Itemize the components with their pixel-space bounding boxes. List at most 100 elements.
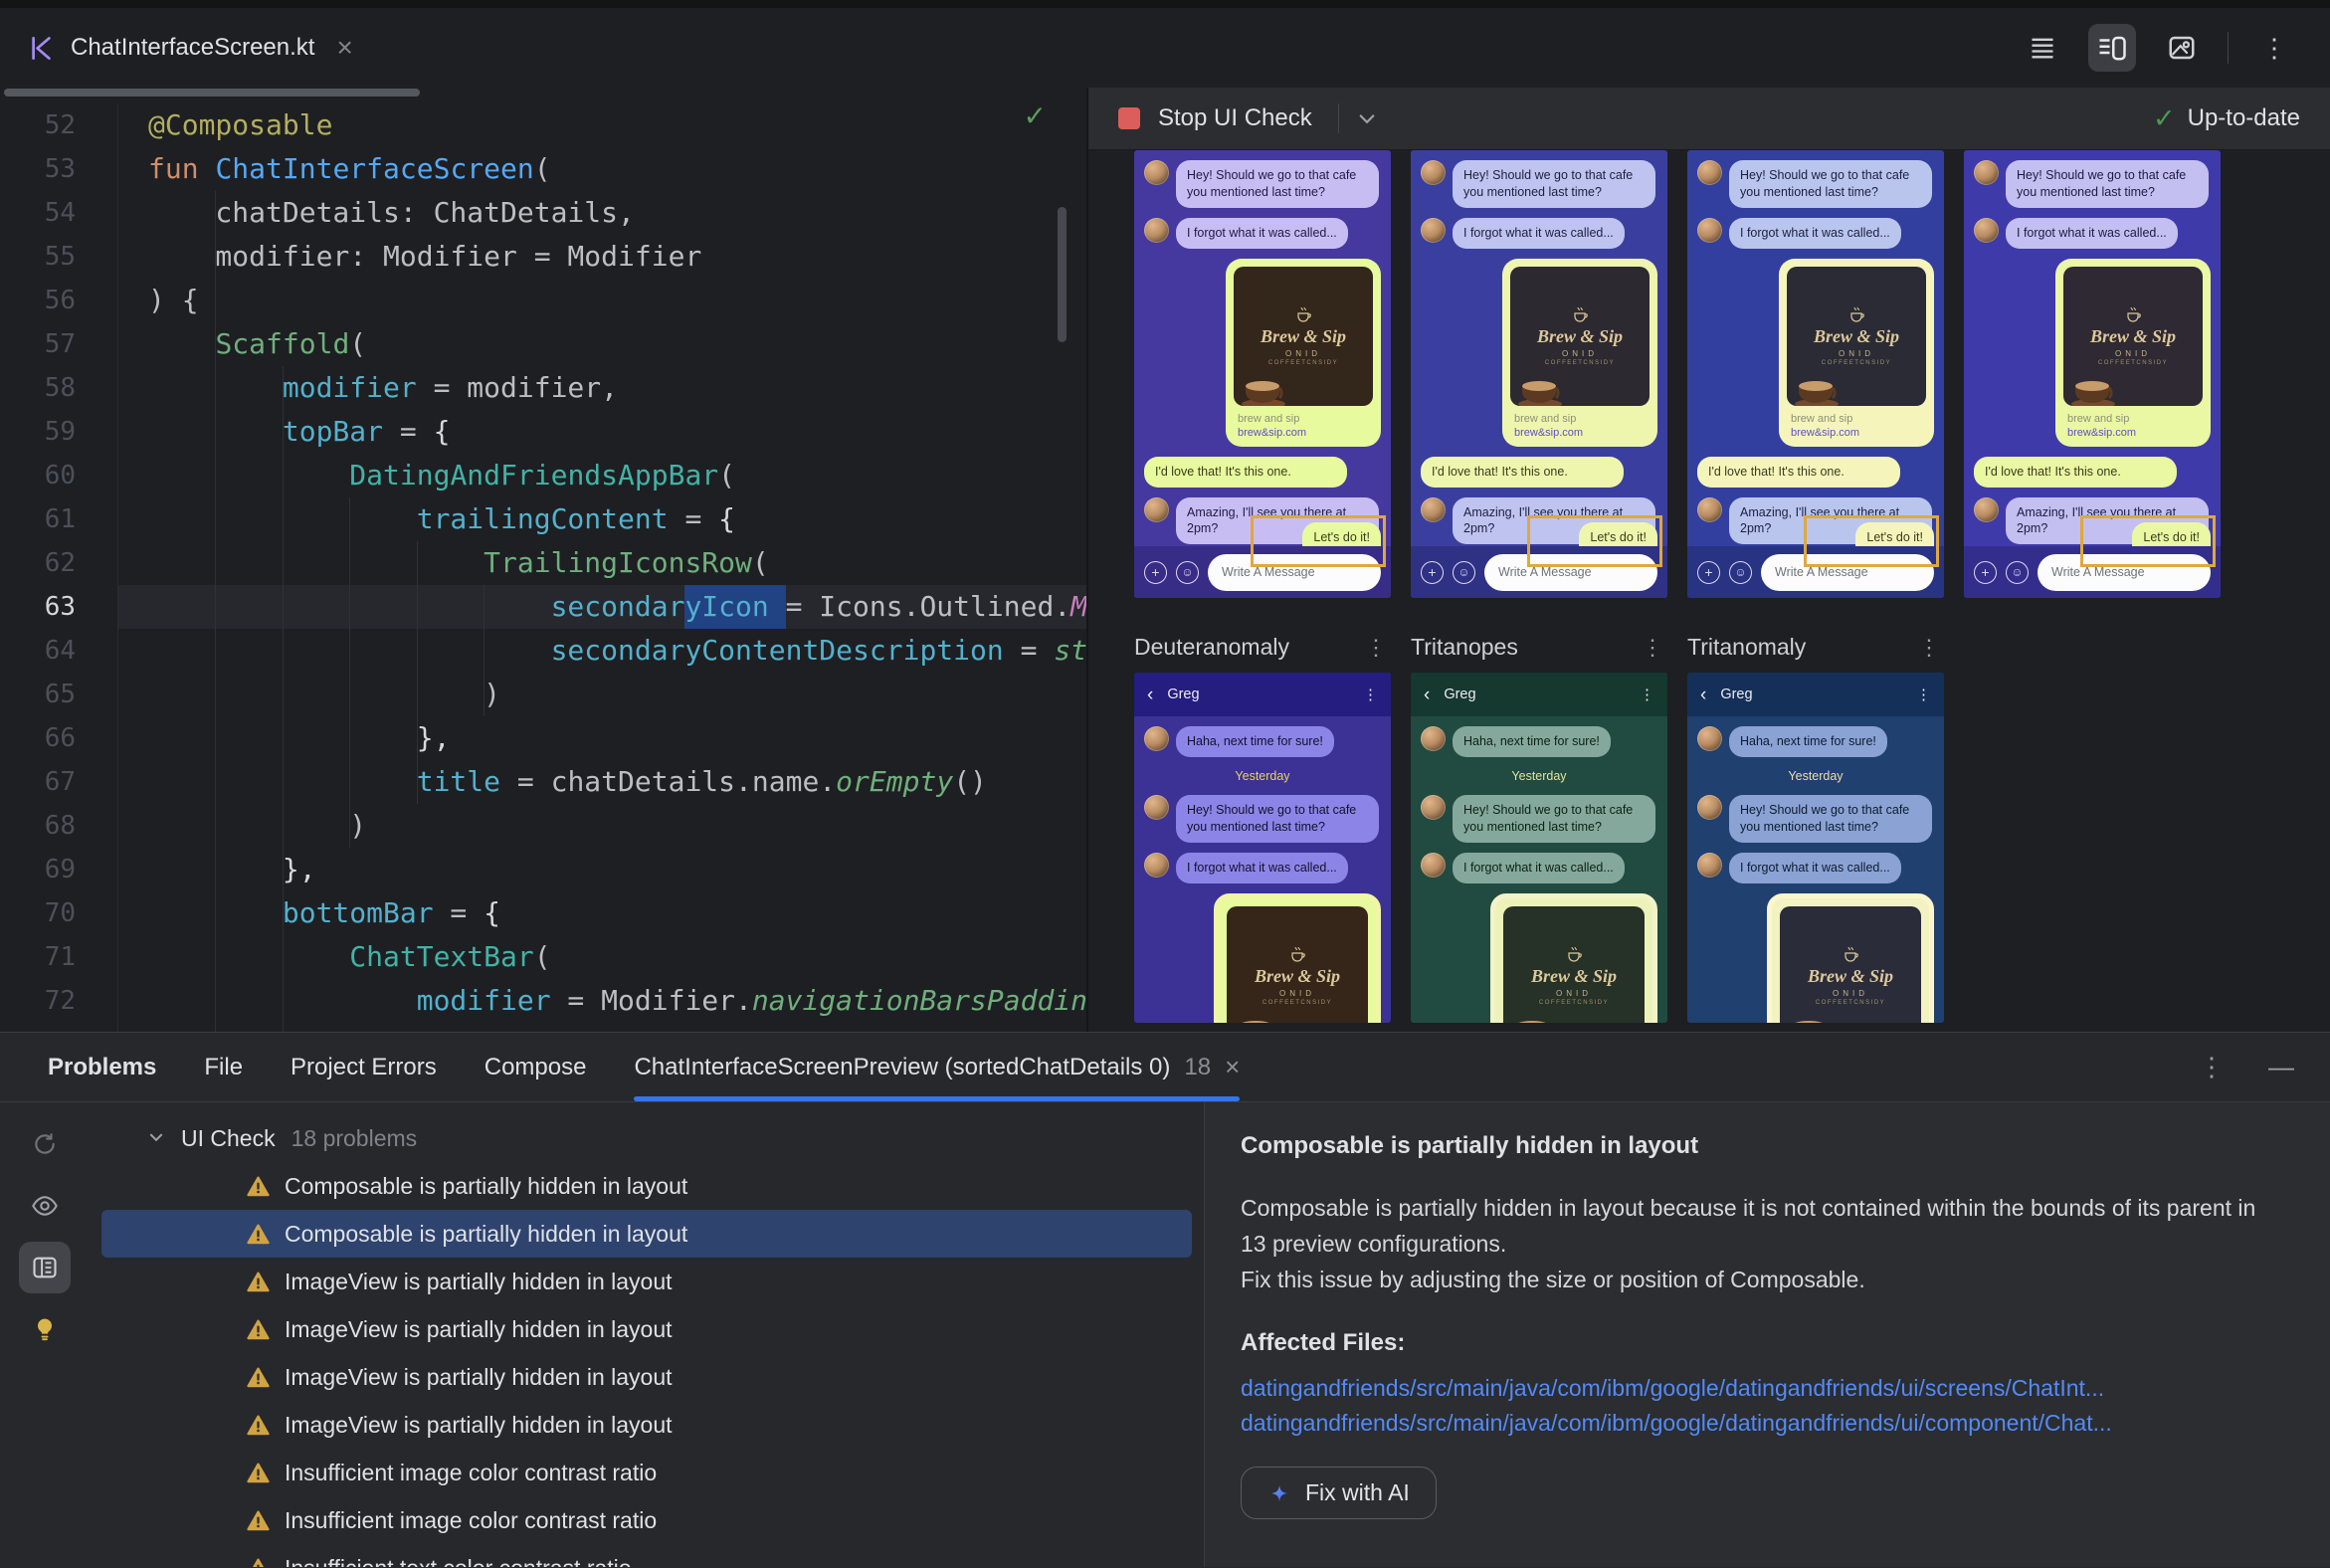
code-line[interactable]: 62 TrailingIconsRow( bbox=[0, 541, 1086, 585]
config-kebab-icon[interactable]: ⋮ bbox=[1918, 635, 1940, 661]
preview-phone[interactable]: Hey! Should we go to that cafe you menti… bbox=[1964, 150, 2221, 598]
horizontal-scrollbar-thumb[interactable] bbox=[4, 89, 420, 97]
code-line[interactable]: 54 chatDetails: ChatDetails, bbox=[0, 191, 1086, 235]
code-line[interactable]: 53 fun ChatInterfaceScreen( bbox=[0, 147, 1086, 191]
shared-link-card[interactable]: Brew & SipONIDCOFFEETCNSIDYbrew and sipb… bbox=[1214, 892, 1381, 1023]
show-details-panel-icon[interactable] bbox=[19, 1242, 71, 1293]
emoji-icon[interactable]: ☺ bbox=[1729, 560, 1752, 584]
affected-file-link[interactable]: datingandfriends/src/main/java/com/ibm/g… bbox=[1241, 1375, 2286, 1402]
chat-app-bar: ‹ Greg ⋮ bbox=[1134, 673, 1391, 716]
more-options-kebab-icon[interactable]: ⋮ bbox=[2250, 24, 2298, 72]
code-line[interactable]: 65 ) bbox=[0, 673, 1086, 716]
split-view-button[interactable] bbox=[2088, 24, 2136, 72]
code-line[interactable]: 70 bottomBar = { bbox=[0, 891, 1086, 935]
code-line[interactable]: 66 }, bbox=[0, 716, 1086, 760]
preview-phone[interactable]: ‹ Greg ⋮ Haha, next time for sure! Yesterday… bbox=[1687, 673, 1944, 1023]
tab-compose[interactable]: Compose bbox=[485, 1033, 587, 1101]
preview-eye-icon[interactable] bbox=[19, 1180, 71, 1232]
code-view-button[interactable] bbox=[2019, 24, 2066, 72]
code-line[interactable]: 59 topBar = { bbox=[0, 410, 1086, 454]
app-bar-kebab-icon[interactable]: ⋮ bbox=[1640, 686, 1654, 703]
problems-list[interactable]: UI Check 18 problems Composable is partial… bbox=[90, 1102, 1204, 1567]
tab-close-icon[interactable]: × bbox=[1225, 1052, 1240, 1082]
problem-list-item[interactable]: Insufficient image color contrast ratio bbox=[101, 1449, 1192, 1496]
shared-link-card[interactable]: Brew & SipONIDCOFFEETCNSIDYbrew and sipb… bbox=[1502, 258, 1657, 447]
code-line[interactable]: 64 secondaryContentDescription = strin bbox=[0, 629, 1086, 673]
preview-phone[interactable]: ‹ Greg ⋮ Haha, next time for sure! Yesterday… bbox=[1134, 673, 1391, 1023]
config-kebab-icon[interactable]: ⋮ bbox=[1365, 635, 1387, 661]
affected-file-link[interactable]: datingandfriends/src/main/java/com/ibm/g… bbox=[1241, 1410, 2286, 1437]
problem-list-item[interactable]: ImageView is partially hidden in layout bbox=[101, 1353, 1192, 1401]
tab-file[interactable]: File bbox=[204, 1033, 243, 1101]
problem-list-item[interactable]: ImageView is partially hidden in layout bbox=[101, 1401, 1192, 1449]
add-attachment-icon[interactable]: + bbox=[1421, 560, 1444, 584]
tab-close-icon[interactable]: × bbox=[336, 32, 352, 64]
problem-list-item[interactable]: Insufficient text color contrast ratio bbox=[101, 1544, 1192, 1567]
code-line[interactable]: 56) { bbox=[0, 279, 1086, 322]
code-line[interactable]: 69 }, bbox=[0, 848, 1086, 891]
shared-link-card[interactable]: Brew & SipONIDCOFFEETCNSIDYbrew and sipb… bbox=[1490, 892, 1657, 1023]
code-line[interactable]: 68 ) bbox=[0, 804, 1086, 848]
config-kebab-icon[interactable]: ⋮ bbox=[1642, 635, 1663, 661]
add-attachment-icon[interactable]: + bbox=[1974, 560, 1997, 584]
editor-tab-chatinterfacescreen[interactable]: ChatInterfaceScreen.kt × bbox=[0, 8, 381, 88]
card-link[interactable]: brew&sip.com bbox=[1510, 427, 1650, 439]
preview-view-button[interactable] bbox=[2158, 24, 2206, 72]
problems-group-header[interactable]: UI Check 18 problems bbox=[90, 1114, 1204, 1162]
emoji-icon[interactable]: ☺ bbox=[1453, 560, 1475, 584]
problem-title: Composable is partially hidden in layout bbox=[1241, 1132, 1699, 1159]
shared-link-card[interactable]: Brew & SipONIDCOFFEETCNSIDYbrew and sipb… bbox=[1779, 258, 1934, 447]
app-bar-kebab-icon[interactable]: ⋮ bbox=[1916, 686, 1931, 703]
tab-project-errors[interactable]: Project Errors bbox=[291, 1033, 437, 1101]
back-arrow-icon[interactable]: ‹ bbox=[1700, 686, 1706, 704]
stop-ui-check-button[interactable]: Stop UI Check bbox=[1158, 104, 1312, 132]
lightbulb-icon[interactable] bbox=[19, 1303, 71, 1355]
card-link[interactable]: brew&sip.com bbox=[2063, 427, 2203, 439]
code-editor[interactable]: ✓ 52 @Composable 53 fun ChatInterfaceScreen… bbox=[0, 88, 1086, 1033]
preview-phone[interactable]: ‹ Greg ⋮ Haha, next time for sure! Yesterday… bbox=[1411, 673, 1667, 1023]
vertical-scrollbar-thumb[interactable] bbox=[1058, 207, 1067, 342]
code-line[interactable]: 63 secondaryIcon = Icons.Outlined.More bbox=[0, 585, 1086, 629]
back-arrow-icon[interactable]: ‹ bbox=[1147, 686, 1153, 704]
shared-link-card[interactable]: Brew & SipONIDCOFFEETCNSIDYbrew and sipb… bbox=[1226, 258, 1381, 447]
app-bar-kebab-icon[interactable]: ⋮ bbox=[1363, 686, 1378, 703]
preview-canvas[interactable]: Hey! Should we go to that cafe you menti… bbox=[1088, 150, 2330, 1033]
chat-messages: Hey! Should we go to that cafe you menti… bbox=[1964, 150, 2221, 546]
code-line[interactable]: 57 Scaffold( bbox=[0, 322, 1086, 366]
emoji-icon[interactable]: ☺ bbox=[2006, 560, 2029, 584]
code-line[interactable]: 67 title = chatDetails.name. orEmpty() bbox=[0, 760, 1086, 804]
steaming-cup-icon bbox=[1850, 306, 1864, 322]
preview-phone[interactable]: Hey! Should we go to that cafe you menti… bbox=[1687, 150, 1944, 598]
stop-icon[interactable] bbox=[1118, 107, 1140, 129]
refresh-icon[interactable] bbox=[19, 1118, 71, 1170]
code-line[interactable]: 55 modifier: Modifier = Modifier bbox=[0, 235, 1086, 279]
preview-phone[interactable]: Hey! Should we go to that cafe you menti… bbox=[1411, 150, 1667, 598]
chevron-down-icon[interactable] bbox=[147, 1125, 165, 1152]
add-attachment-icon[interactable]: + bbox=[1697, 560, 1720, 584]
problem-list-item[interactable]: ImageView is partially hidden in layout bbox=[101, 1258, 1192, 1305]
code-line[interactable]: 58 modifier = modifier, bbox=[0, 366, 1086, 410]
shared-link-card[interactable]: Brew & SipONIDCOFFEETCNSIDYbrew and sipb… bbox=[1767, 892, 1934, 1023]
card-link[interactable]: brew&sip.com bbox=[1787, 427, 1926, 439]
code-line[interactable]: 61 trailingContent = { bbox=[0, 497, 1086, 541]
card-link[interactable]: brew&sip.com bbox=[1234, 427, 1373, 439]
minimize-panel-icon[interactable]: — bbox=[2268, 1052, 2294, 1082]
emoji-icon[interactable]: ☺ bbox=[1176, 560, 1199, 584]
chevron-down-icon[interactable] bbox=[1357, 108, 1377, 128]
back-arrow-icon[interactable]: ‹ bbox=[1424, 686, 1430, 704]
code-line[interactable]: 60 DatingAndFriendsAppBar( bbox=[0, 454, 1086, 497]
problem-list-item[interactable]: Insufficient image color contrast ratio bbox=[101, 1496, 1192, 1544]
fix-with-ai-button[interactable]: Fix with AI bbox=[1241, 1467, 1437, 1519]
panel-options-kebab-icon[interactable]: ⋮ bbox=[2199, 1052, 2225, 1082]
code-line[interactable]: 72 modifier = Modifier. navigationBarsPad… bbox=[0, 979, 1086, 1023]
problem-list-item[interactable]: Composable is partially hidden in layout bbox=[101, 1210, 1192, 1258]
add-attachment-icon[interactable]: + bbox=[1144, 560, 1167, 584]
inspections-ok-icon[interactable]: ✓ bbox=[1024, 99, 1047, 132]
shared-link-card[interactable]: Brew & SipONIDCOFFEETCNSIDYbrew and sipb… bbox=[2055, 258, 2211, 447]
problem-list-item[interactable]: Composable is partially hidden in layout bbox=[101, 1162, 1192, 1210]
code-line[interactable]: 71 ChatTextBar( bbox=[0, 935, 1086, 979]
problem-list-item[interactable]: ImageView is partially hidden in layout bbox=[101, 1305, 1192, 1353]
tab-chatinterfacescreenpreview[interactable]: ChatInterfaceScreenPreview (sortedChatDe… bbox=[634, 1033, 1240, 1101]
code-line[interactable]: 52 @Composable bbox=[0, 103, 1086, 147]
preview-phone[interactable]: Hey! Should we go to that cafe you menti… bbox=[1134, 150, 1391, 598]
